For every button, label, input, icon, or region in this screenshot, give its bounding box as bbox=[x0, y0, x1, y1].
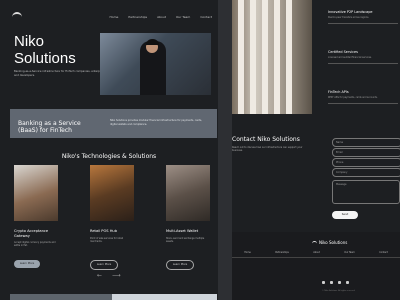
learn-more-button[interactable]: Learn More bbox=[90, 260, 118, 270]
person-cap bbox=[146, 39, 159, 45]
logo-icon[interactable] bbox=[12, 12, 22, 19]
footer-link-team[interactable]: Our Team bbox=[344, 251, 354, 254]
hero-title-line1: Niko bbox=[14, 33, 45, 50]
logo-icon bbox=[312, 240, 317, 245]
column bbox=[286, 0, 292, 114]
service-title: Certified Services bbox=[328, 50, 358, 54]
card-description: Accept digital currency payments and set… bbox=[14, 241, 56, 248]
solution-card: Crypto Acceptance Gateway Accept digital… bbox=[14, 165, 58, 268]
baas-title: Banking as a Service (BaaS) for FinTech bbox=[18, 120, 81, 134]
colonnade-image bbox=[232, 0, 312, 114]
footer-link-home[interactable]: Home bbox=[244, 251, 250, 254]
footer-logo[interactable]: Niko Solutions bbox=[312, 240, 347, 245]
message-textarea[interactable]: Message bbox=[332, 180, 400, 204]
divider bbox=[328, 63, 398, 64]
footer-link-about[interactable]: About bbox=[313, 251, 319, 254]
hero-title: Niko Solutions bbox=[14, 33, 76, 67]
contact-title: Contact Niko Solutions bbox=[232, 136, 300, 143]
nav-item-team[interactable]: Our Team bbox=[176, 15, 190, 19]
solution-card: Retail POS Hub Point of sale services fo… bbox=[90, 165, 134, 270]
send-button[interactable]: Send bbox=[332, 211, 358, 219]
column bbox=[262, 0, 268, 114]
card-image bbox=[14, 165, 58, 221]
service-item: Innovative P2P Landscape Peer-to-peer tr… bbox=[328, 10, 398, 24]
learn-more-button[interactable]: Learn More bbox=[166, 260, 194, 270]
footer-link-contact[interactable]: Contact bbox=[379, 251, 388, 254]
instagram-icon[interactable] bbox=[338, 281, 341, 284]
nav-menu: Home Partnerships About Our Team Contact bbox=[110, 15, 212, 19]
card-title: Multi-Asset Wallet bbox=[166, 229, 199, 233]
divider bbox=[328, 103, 398, 104]
contact-description: Reach out to discuss how our infrastruct… bbox=[232, 146, 303, 153]
card-image bbox=[90, 165, 134, 221]
card-description: Point of sale services for retail mercha… bbox=[90, 236, 124, 243]
service-item: Certified Services Licensed and audited … bbox=[328, 50, 398, 64]
card-image bbox=[166, 165, 210, 221]
column bbox=[238, 0, 244, 114]
hero-image bbox=[100, 33, 211, 95]
next-section-preview bbox=[10, 294, 217, 300]
service-title: Innovative P2P Landscape bbox=[328, 10, 373, 14]
linkedin-icon[interactable] bbox=[346, 281, 349, 284]
arrow-left-icon[interactable]: ← bbox=[97, 272, 102, 279]
copyright: © Niko Solutions. All rights reserved. bbox=[322, 290, 356, 292]
hero-title-line2: Solutions bbox=[14, 50, 76, 67]
homepage-right-frame: Innovative P2P Landscape Peer-to-peer tr… bbox=[232, 0, 400, 300]
name-field[interactable]: Name bbox=[332, 138, 400, 147]
learn-more-button[interactable]: Learn More bbox=[14, 260, 40, 268]
column bbox=[250, 0, 256, 114]
footer-link-partnerships[interactable]: Partnerships bbox=[275, 251, 289, 254]
section-title: Niko's Technologies & Solutions bbox=[61, 153, 157, 160]
nav-item-partnerships[interactable]: Partnerships bbox=[128, 15, 147, 19]
service-description: REST APIs for payments, cards and accoun… bbox=[328, 96, 378, 99]
solution-card: Multi-Asset Wallet Store, send and excha… bbox=[166, 165, 210, 270]
hero-description: Banking-as-a-Service infrastructure for … bbox=[14, 70, 106, 77]
company-field[interactable]: Company bbox=[332, 168, 400, 177]
service-item: FinTech APIs REST APIs for payments, car… bbox=[328, 90, 398, 104]
nav-item-contact[interactable]: Contact bbox=[200, 15, 212, 19]
carousel-arrows: ← ⟶ bbox=[97, 272, 121, 279]
phone-field[interactable]: Phone bbox=[332, 158, 400, 167]
facebook-icon[interactable] bbox=[322, 281, 325, 284]
twitter-icon[interactable] bbox=[330, 281, 333, 284]
column bbox=[274, 0, 280, 114]
footer-divider bbox=[232, 257, 400, 258]
email-field[interactable]: Email bbox=[332, 148, 400, 157]
card-title: Crypto Acceptance Gateway bbox=[14, 229, 49, 238]
footer-links: Home Partnerships About Our Team Contact bbox=[232, 251, 400, 254]
baas-band: Banking as a Service (BaaS) for FinTech … bbox=[10, 109, 217, 138]
service-description: Licensed and audited financial services. bbox=[328, 56, 372, 59]
divider bbox=[328, 23, 398, 24]
nav-item-home[interactable]: Home bbox=[110, 15, 119, 19]
card-description: Store, send and exchange multiple assets… bbox=[166, 236, 205, 243]
nav-item-about[interactable]: About bbox=[157, 15, 166, 19]
social-links bbox=[322, 281, 349, 284]
service-title: FinTech APIs bbox=[328, 90, 349, 94]
card-title: Retail POS Hub bbox=[90, 229, 117, 233]
baas-text: Niko Solutions provides modular financia… bbox=[110, 119, 203, 126]
footer-logo-text: Niko Solutions bbox=[319, 240, 348, 245]
service-description: Peer-to-peer transfers across regions. bbox=[328, 16, 370, 19]
arrow-right-icon[interactable]: ⟶ bbox=[112, 272, 121, 279]
homepage-left-frame: Home Partnerships About Our Team Contact… bbox=[0, 0, 218, 300]
top-navigation: Home Partnerships About Our Team Contact bbox=[0, 0, 218, 24]
next-section-image bbox=[112, 294, 217, 300]
